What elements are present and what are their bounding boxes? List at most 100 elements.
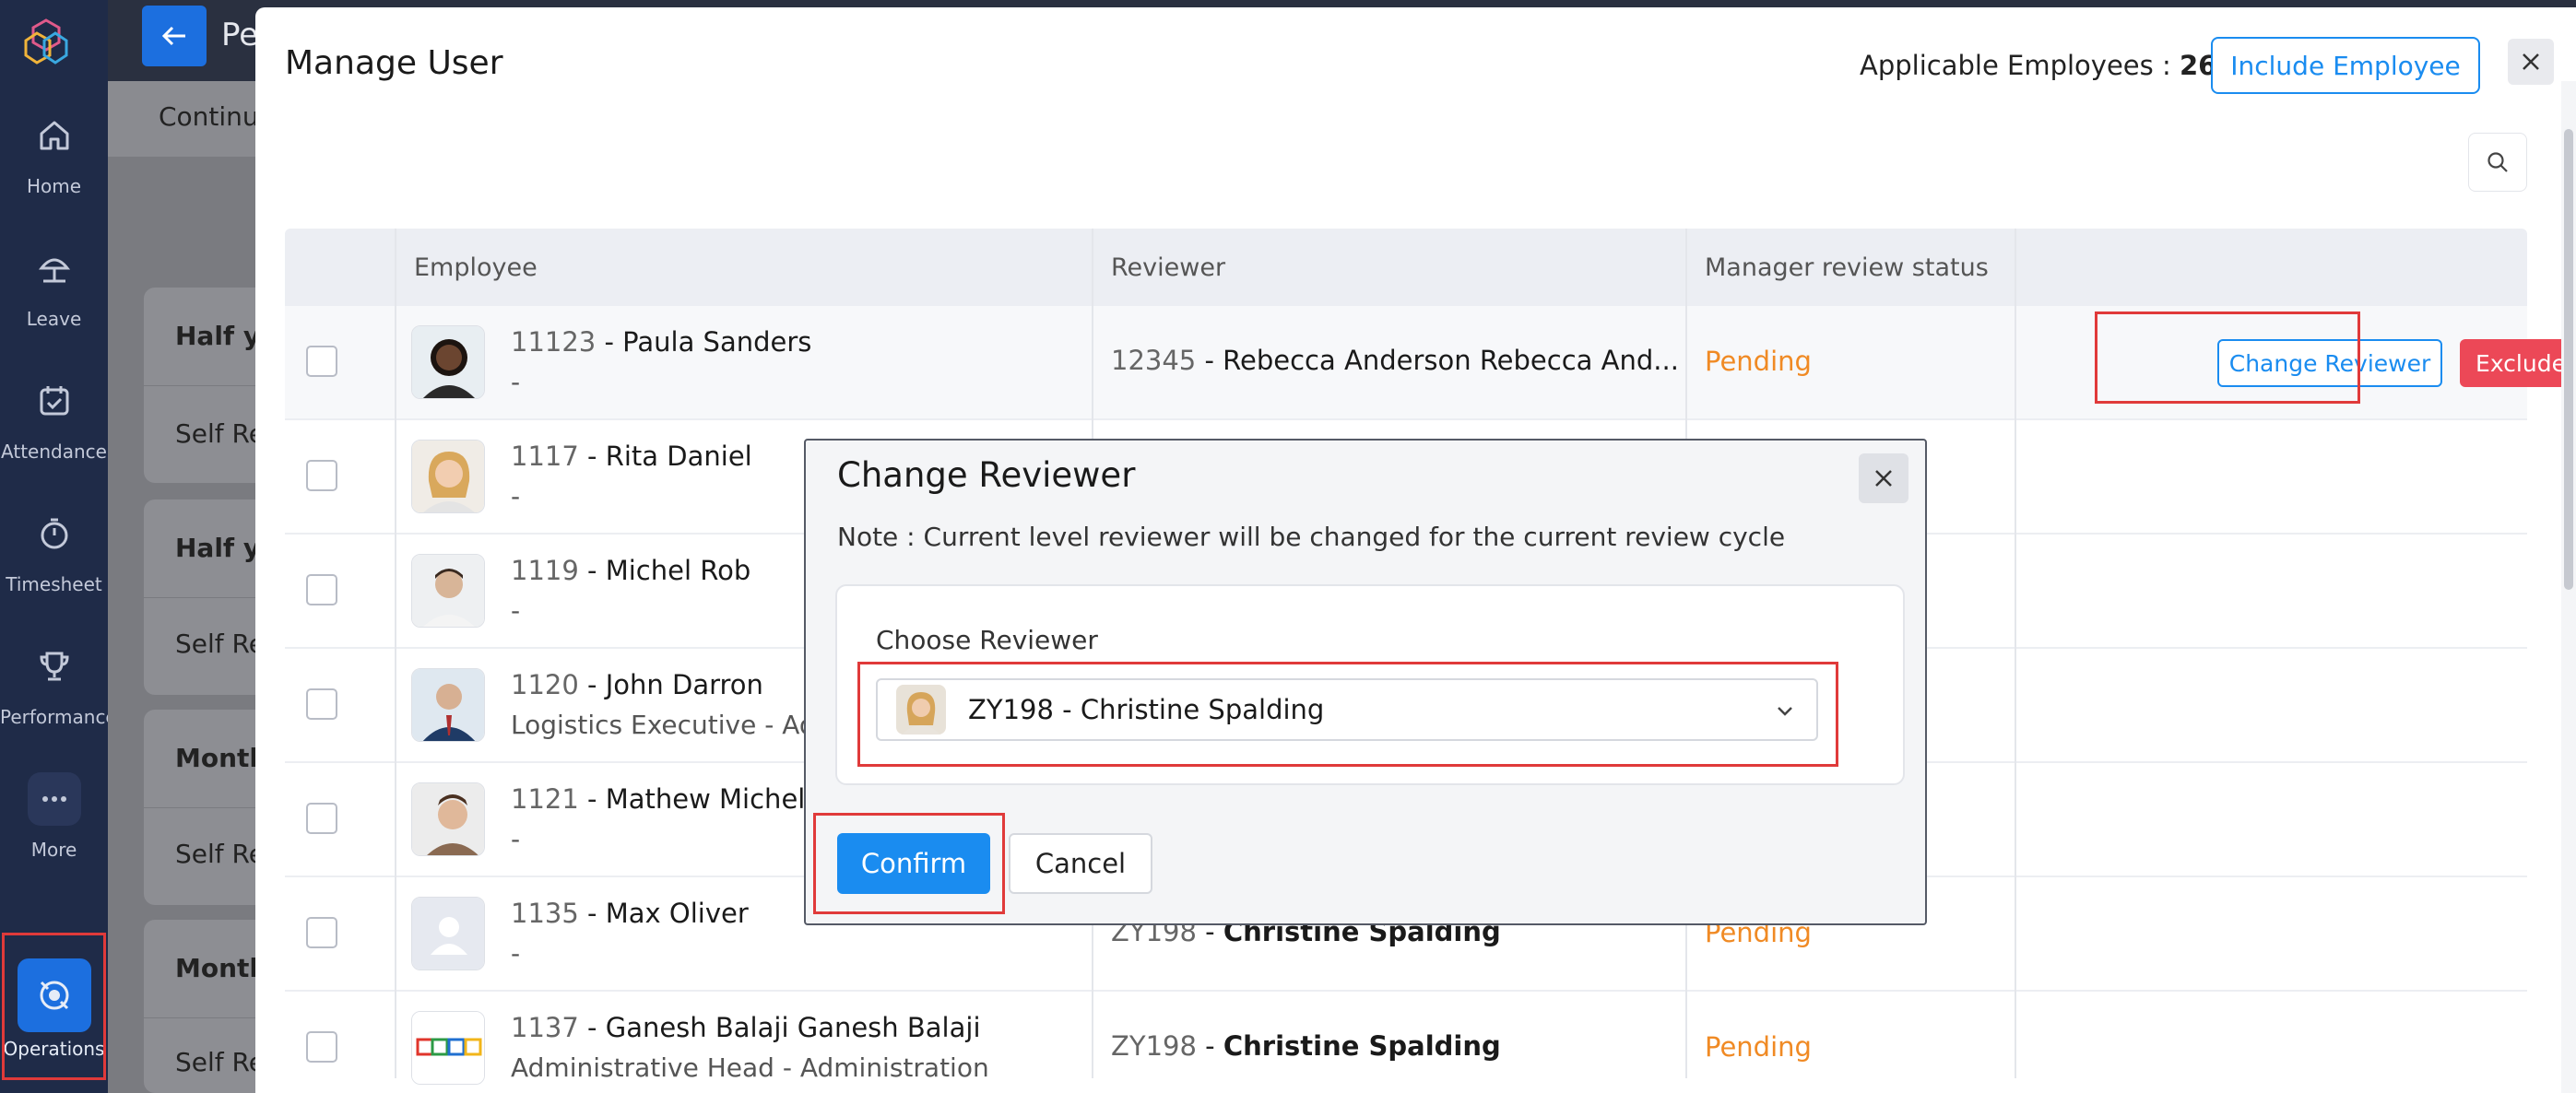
employee-name-line: 1137 - Ganesh Balaji Ganesh Balaji — [511, 1012, 981, 1043]
employee-name-line: 1121 - Mathew Michel — [511, 783, 806, 815]
employee-designation: - — [511, 938, 521, 969]
home-icon — [28, 109, 81, 162]
employee-designation: - — [511, 481, 521, 511]
stopwatch-icon — [28, 507, 81, 560]
nav-attendance[interactable]: Attendance — [0, 374, 108, 494]
card-sub: Self Re — [175, 1047, 265, 1077]
row-checkbox[interactable] — [306, 460, 337, 491]
search-button[interactable] — [2468, 133, 2527, 192]
employee-id: 1120 — [511, 669, 579, 700]
employee-name: John Darron — [605, 669, 763, 700]
employee-name: Ganesh Balaji Ganesh Balaji — [605, 1012, 981, 1043]
employee-id: 1137 — [511, 1012, 579, 1043]
nav-label: Attendance — [1, 441, 107, 463]
nav-label: Timesheet — [6, 573, 102, 595]
company-logo-icon — [411, 1011, 485, 1085]
change-reviewer-dialog: Change Reviewer Note : Current level rev… — [804, 439, 1927, 925]
employee-name-line: 1117 - Rita Daniel — [511, 441, 752, 472]
employee-name: Paula Sanders — [622, 326, 812, 358]
reviewer-name: Rebecca Anderson Rebecca And... — [1223, 345, 1679, 376]
background-title: Pe — [221, 17, 259, 53]
card-title: Month — [175, 953, 268, 983]
close-icon — [1875, 470, 1892, 487]
employee-name: Mathew Michel — [605, 783, 806, 815]
row-checkbox[interactable] — [306, 917, 337, 948]
panel-close-button[interactable] — [2508, 39, 2554, 85]
employee-id: 1121 — [511, 783, 579, 815]
include-employee-button[interactable]: Include Employee — [2211, 37, 2480, 94]
column-divider — [2015, 229, 2016, 1078]
avatar — [411, 325, 485, 399]
panel-title: Manage User — [285, 44, 503, 82]
status-badge: Pending — [1705, 1031, 1812, 1063]
avatar — [896, 685, 946, 735]
arrow-left-icon — [161, 26, 185, 46]
trophy-icon — [28, 640, 81, 693]
reviewer-cell: 12345 - Rebecca Anderson Rebecca And... — [1111, 345, 1679, 376]
employee-id: 1135 — [511, 898, 579, 929]
more-dots-icon — [27, 772, 81, 826]
employee-id: 1117 — [511, 441, 579, 472]
nav-leave[interactable]: Leave — [0, 241, 108, 361]
row-checkbox[interactable] — [306, 574, 337, 605]
choose-reviewer-label: Choose Reviewer — [876, 625, 1098, 655]
avatar — [411, 668, 485, 742]
nav-performance[interactable]: Performance — [0, 640, 117, 759]
left-nav: Home Leave Attendance Timesheet Performa… — [0, 0, 117, 1093]
nav-label: Home — [26, 175, 82, 197]
avatar-placeholder-icon — [411, 897, 485, 970]
avatar — [411, 440, 485, 513]
card-title: Month — [175, 743, 268, 773]
employee-designation: Administrative Head - Administration — [511, 1052, 989, 1083]
employee-name-line: 1119 - Michel Rob — [511, 555, 751, 586]
row-checkbox[interactable] — [306, 803, 337, 834]
back-button[interactable] — [142, 6, 207, 66]
employee-name: Rita Daniel — [605, 441, 752, 472]
row-checkbox[interactable] — [306, 688, 337, 720]
search-icon — [2487, 152, 2508, 172]
subheader-text: Continu — [159, 101, 259, 132]
app-logo-icon — [24, 18, 68, 65]
cancel-button[interactable]: Cancel — [1009, 833, 1152, 894]
reviewer-cell: ZY198 - Christine Spalding — [1111, 1030, 1501, 1062]
nav-home[interactable]: Home — [0, 109, 108, 229]
dialog-close-button[interactable] — [1859, 453, 1908, 503]
employee-name-line: 11123 - Paula Sanders — [511, 326, 812, 358]
employee-designation: - — [511, 595, 521, 626]
operations-highlight — [2, 933, 106, 1080]
row-checkbox[interactable] — [306, 346, 337, 377]
beach-umbrella-icon — [28, 241, 81, 295]
employee-designation: - — [511, 367, 521, 397]
scrollbar-thumb[interactable] — [2564, 129, 2573, 590]
confirm-button[interactable]: Confirm — [837, 833, 990, 894]
dialog-title: Change Reviewer — [837, 455, 1136, 495]
card-sub: Self Re — [175, 839, 265, 869]
exclude-button[interactable]: Exclude — [2460, 339, 2576, 387]
avatar — [411, 554, 485, 628]
header-employee: Employee — [414, 253, 538, 282]
applicable-employees: Applicable Employees : 262 — [1860, 50, 2236, 81]
dialog-note: Note : Current level reviewer will be ch… — [837, 522, 1786, 552]
card-sub: Self Re — [175, 629, 265, 659]
employee-designation: - — [511, 824, 521, 854]
calendar-check-icon — [28, 374, 81, 428]
header-status: Manager review status — [1705, 253, 1989, 282]
applicable-label: Applicable Employees : — [1860, 50, 2180, 81]
employee-name-line: 1120 - John Darron — [511, 669, 763, 700]
employee-name: Michel Rob — [605, 555, 751, 586]
reviewer-id: ZY198 — [1111, 1030, 1197, 1062]
reviewer-name: Christine Spalding — [1223, 1030, 1501, 1062]
employee-id: 11123 — [511, 326, 597, 358]
close-icon — [2523, 53, 2539, 70]
nav-more[interactable]: More — [0, 772, 108, 892]
nav-label: More — [30, 839, 77, 861]
status-badge: Pending — [1705, 346, 1812, 377]
table-row[interactable]: 1137 - Ganesh Balaji Ganesh Balaji Admin… — [285, 992, 2527, 1093]
row-checkbox[interactable] — [306, 1031, 337, 1063]
card-sub: Self Re — [175, 418, 265, 449]
reviewer-select[interactable]: ZY198 - Christine Spalding — [876, 678, 1818, 741]
nav-label: Leave — [26, 308, 82, 330]
nav-timesheet[interactable]: Timesheet — [0, 507, 108, 627]
change-reviewer-highlight — [2095, 311, 2360, 404]
employee-designation: Logistics Executive - Adm — [511, 710, 841, 740]
